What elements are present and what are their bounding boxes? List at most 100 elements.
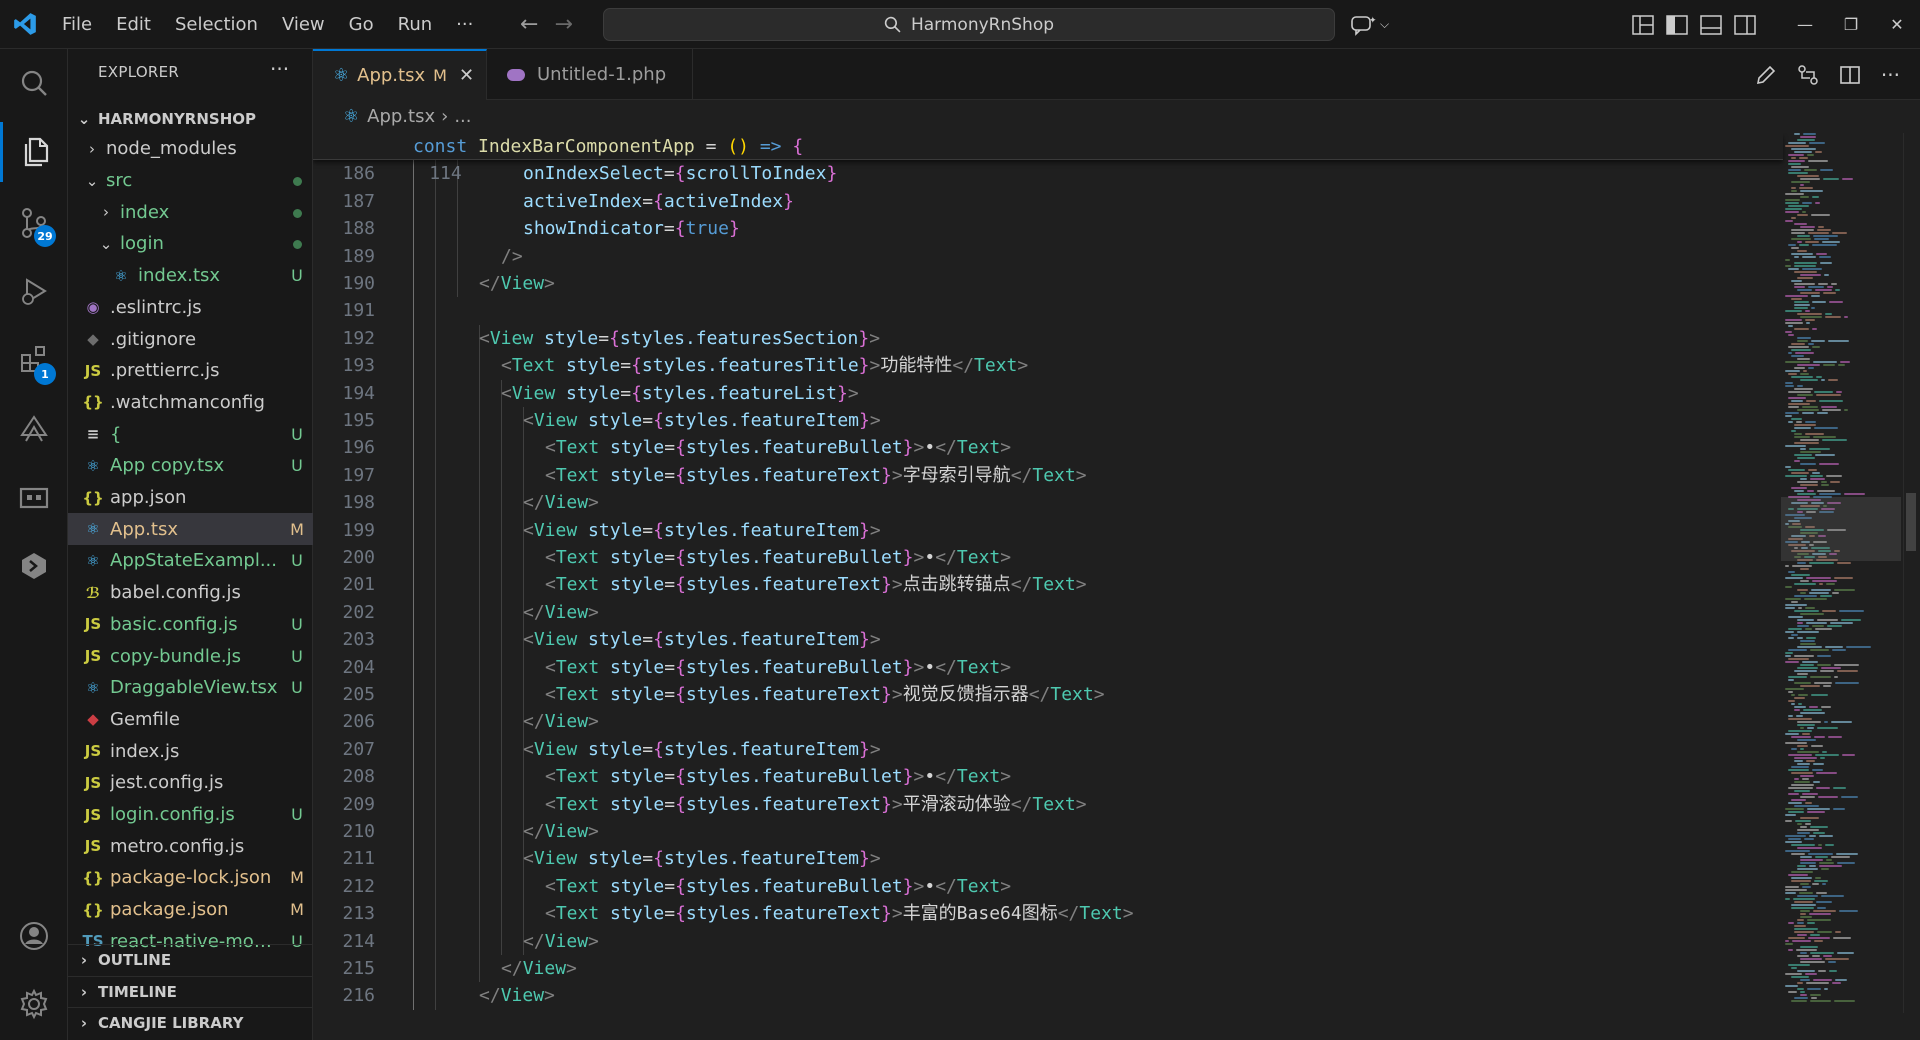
split-editor-icon[interactable] [1839,64,1861,86]
cangjie-library-section[interactable]: › CANGJIE LIBRARY [68,1007,313,1038]
minimap-line [1800,448,1806,450]
minimap-line [1794,655,1814,657]
breadcrumb-rest[interactable]: ... [454,106,471,127]
search-view-icon[interactable] [0,53,68,113]
customize-layout-icon[interactable] [1632,14,1654,35]
file-item[interactable]: JS login.config.js U [68,799,313,831]
cangjie-icon[interactable] [0,536,68,596]
menu-file[interactable]: File [50,0,104,49]
folder-item[interactable]: › index [68,196,313,228]
explorer-more-actions[interactable]: ··· [270,57,289,81]
folder-item[interactable]: ⌄ login [68,228,313,260]
run-debug-icon[interactable] [0,261,68,321]
close-window-icon[interactable]: ✕ [1874,0,1920,49]
file-item[interactable]: {} package-lock.json M [68,862,313,894]
code-editor[interactable]: 185indices={alphabet}186onIndexSelect={s… [313,133,1920,1040]
menu-run[interactable]: Run [386,0,445,49]
minimap-slider[interactable] [1781,497,1901,561]
minimap-line [1844,409,1848,411]
harmony-deveco-icon[interactable] [0,399,68,459]
file-name: login.config.js [110,804,235,826]
restore-icon[interactable]: ❐ [1828,0,1874,49]
settings-gear-icon[interactable] [0,974,68,1034]
file-item[interactable]: ℬbabel.config.js [68,577,313,609]
file-item[interactable]: ◆ Gemfile [68,704,313,736]
minimap-line [1819,835,1833,837]
extensions-icon[interactable]: 1 [0,329,68,389]
source-control-icon[interactable]: 29 [0,193,68,253]
file-item[interactable]: ⚛ DraggableView.tsx U [68,672,313,704]
minimap-line [1785,577,1803,579]
compare-changes-icon[interactable] [1797,64,1819,86]
minimap-line [1791,967,1797,969]
file-item[interactable]: ⚛ App copy.tsx U [68,450,313,482]
folder-item[interactable]: › node_modules [68,133,313,165]
file-item[interactable]: JS jest.config.js [68,767,313,799]
tab-app-tsx[interactable]: ⚛ App.tsx M ✕ [313,49,487,100]
edit-pencil-icon[interactable] [1755,64,1777,86]
remote-explorer-icon[interactable] [0,468,68,528]
file-item[interactable]: ◆ .gitignore [68,323,313,355]
minimap-line [1800,613,1824,615]
menu-edit[interactable]: Edit [104,0,163,49]
menu-view[interactable]: View [270,0,337,49]
line-number: 205 [342,684,375,705]
accounts-icon[interactable] [0,906,68,966]
file-item[interactable]: {} package.json M [68,894,313,926]
file-item[interactable]: JS basic.config.js U [68,609,313,641]
menu-more[interactable]: ··· [444,0,485,49]
sticky-scroll-header[interactable]: 114 const IndexBarComponentApp = () => { [313,133,1783,184]
toggle-secondary-sidebar-icon[interactable] [1734,14,1756,35]
scrollbar-thumb[interactable] [1906,493,1916,551]
file-item[interactable]: ⚛ index.tsx U [68,260,313,292]
minimap-line [1785,688,1804,690]
minimap-line [1785,199,1800,201]
minimap-line [1794,778,1799,780]
file-item[interactable]: ⚛ AppStateExampl... U [68,545,313,577]
back-arrow-icon[interactable]: ← [520,12,538,37]
file-item[interactable]: ⚛ App.tsx M [68,513,313,546]
file-item[interactable]: JS .prettierrc.js [68,355,313,387]
file-item[interactable]: {} app.json [68,482,313,514]
file-name: index [120,201,170,223]
file-item[interactable]: JS copy-bundle.js U [68,640,313,672]
minimap-line [1814,238,1829,240]
file-item[interactable]: {} .watchmanconfig [68,387,313,419]
code-text: </View> [523,930,599,952]
toggle-panel-icon[interactable] [1700,14,1722,35]
toggle-primary-sidebar-icon[interactable] [1666,14,1688,35]
minimap-line [1794,706,1806,708]
code-text: <Text style={styles.featureText}>平滑滚动体验<… [545,793,1087,815]
file-item[interactable]: ◉ .eslintrc.js [68,292,313,324]
minimap-line [1791,187,1796,189]
breadcrumb-file[interactable]: App.tsx [367,106,435,127]
minimap-line [1814,427,1838,429]
file-item[interactable]: ≡ {U [68,418,313,450]
file-item[interactable]: JS metro.config.js [68,830,313,862]
minimap-line [1818,226,1824,228]
folder-item[interactable]: ⌄ src [68,165,313,197]
close-tab-icon[interactable]: ✕ [459,65,474,86]
minimap-line [1832,982,1841,984]
copilot-chat-icon[interactable]: ✦ ⌵ [1350,14,1389,36]
workspace-root-folder[interactable]: ⌄ HARMONYRNSHOP [68,105,313,133]
tab-untitled-php[interactable]: Untitled-1.php [487,49,693,100]
outline-section[interactable]: › OUTLINE [68,944,313,975]
explorer-icon[interactable] [0,122,68,182]
file-item[interactable]: JS index.js [68,735,313,767]
minimap-line [1788,769,1809,771]
editor-scrollbar[interactable] [1903,133,1917,1013]
minimap-line [1809,142,1825,144]
command-center-search[interactable]: HarmonyRnShop [603,8,1335,41]
timeline-section[interactable]: › TIMELINE [68,976,313,1007]
minimap-line [1840,361,1850,363]
minimize-icon[interactable]: — [1782,0,1828,49]
more-actions-icon[interactable]: ··· [1881,63,1900,87]
forward-arrow-icon[interactable]: → [554,12,572,37]
minimap[interactable] [1781,133,1901,1013]
minimap-line [1819,583,1823,585]
minimap-line [1808,937,1830,939]
menu-go[interactable]: Go [337,0,386,49]
minimap-line [1809,562,1834,564]
menu-selection[interactable]: Selection [163,0,270,49]
